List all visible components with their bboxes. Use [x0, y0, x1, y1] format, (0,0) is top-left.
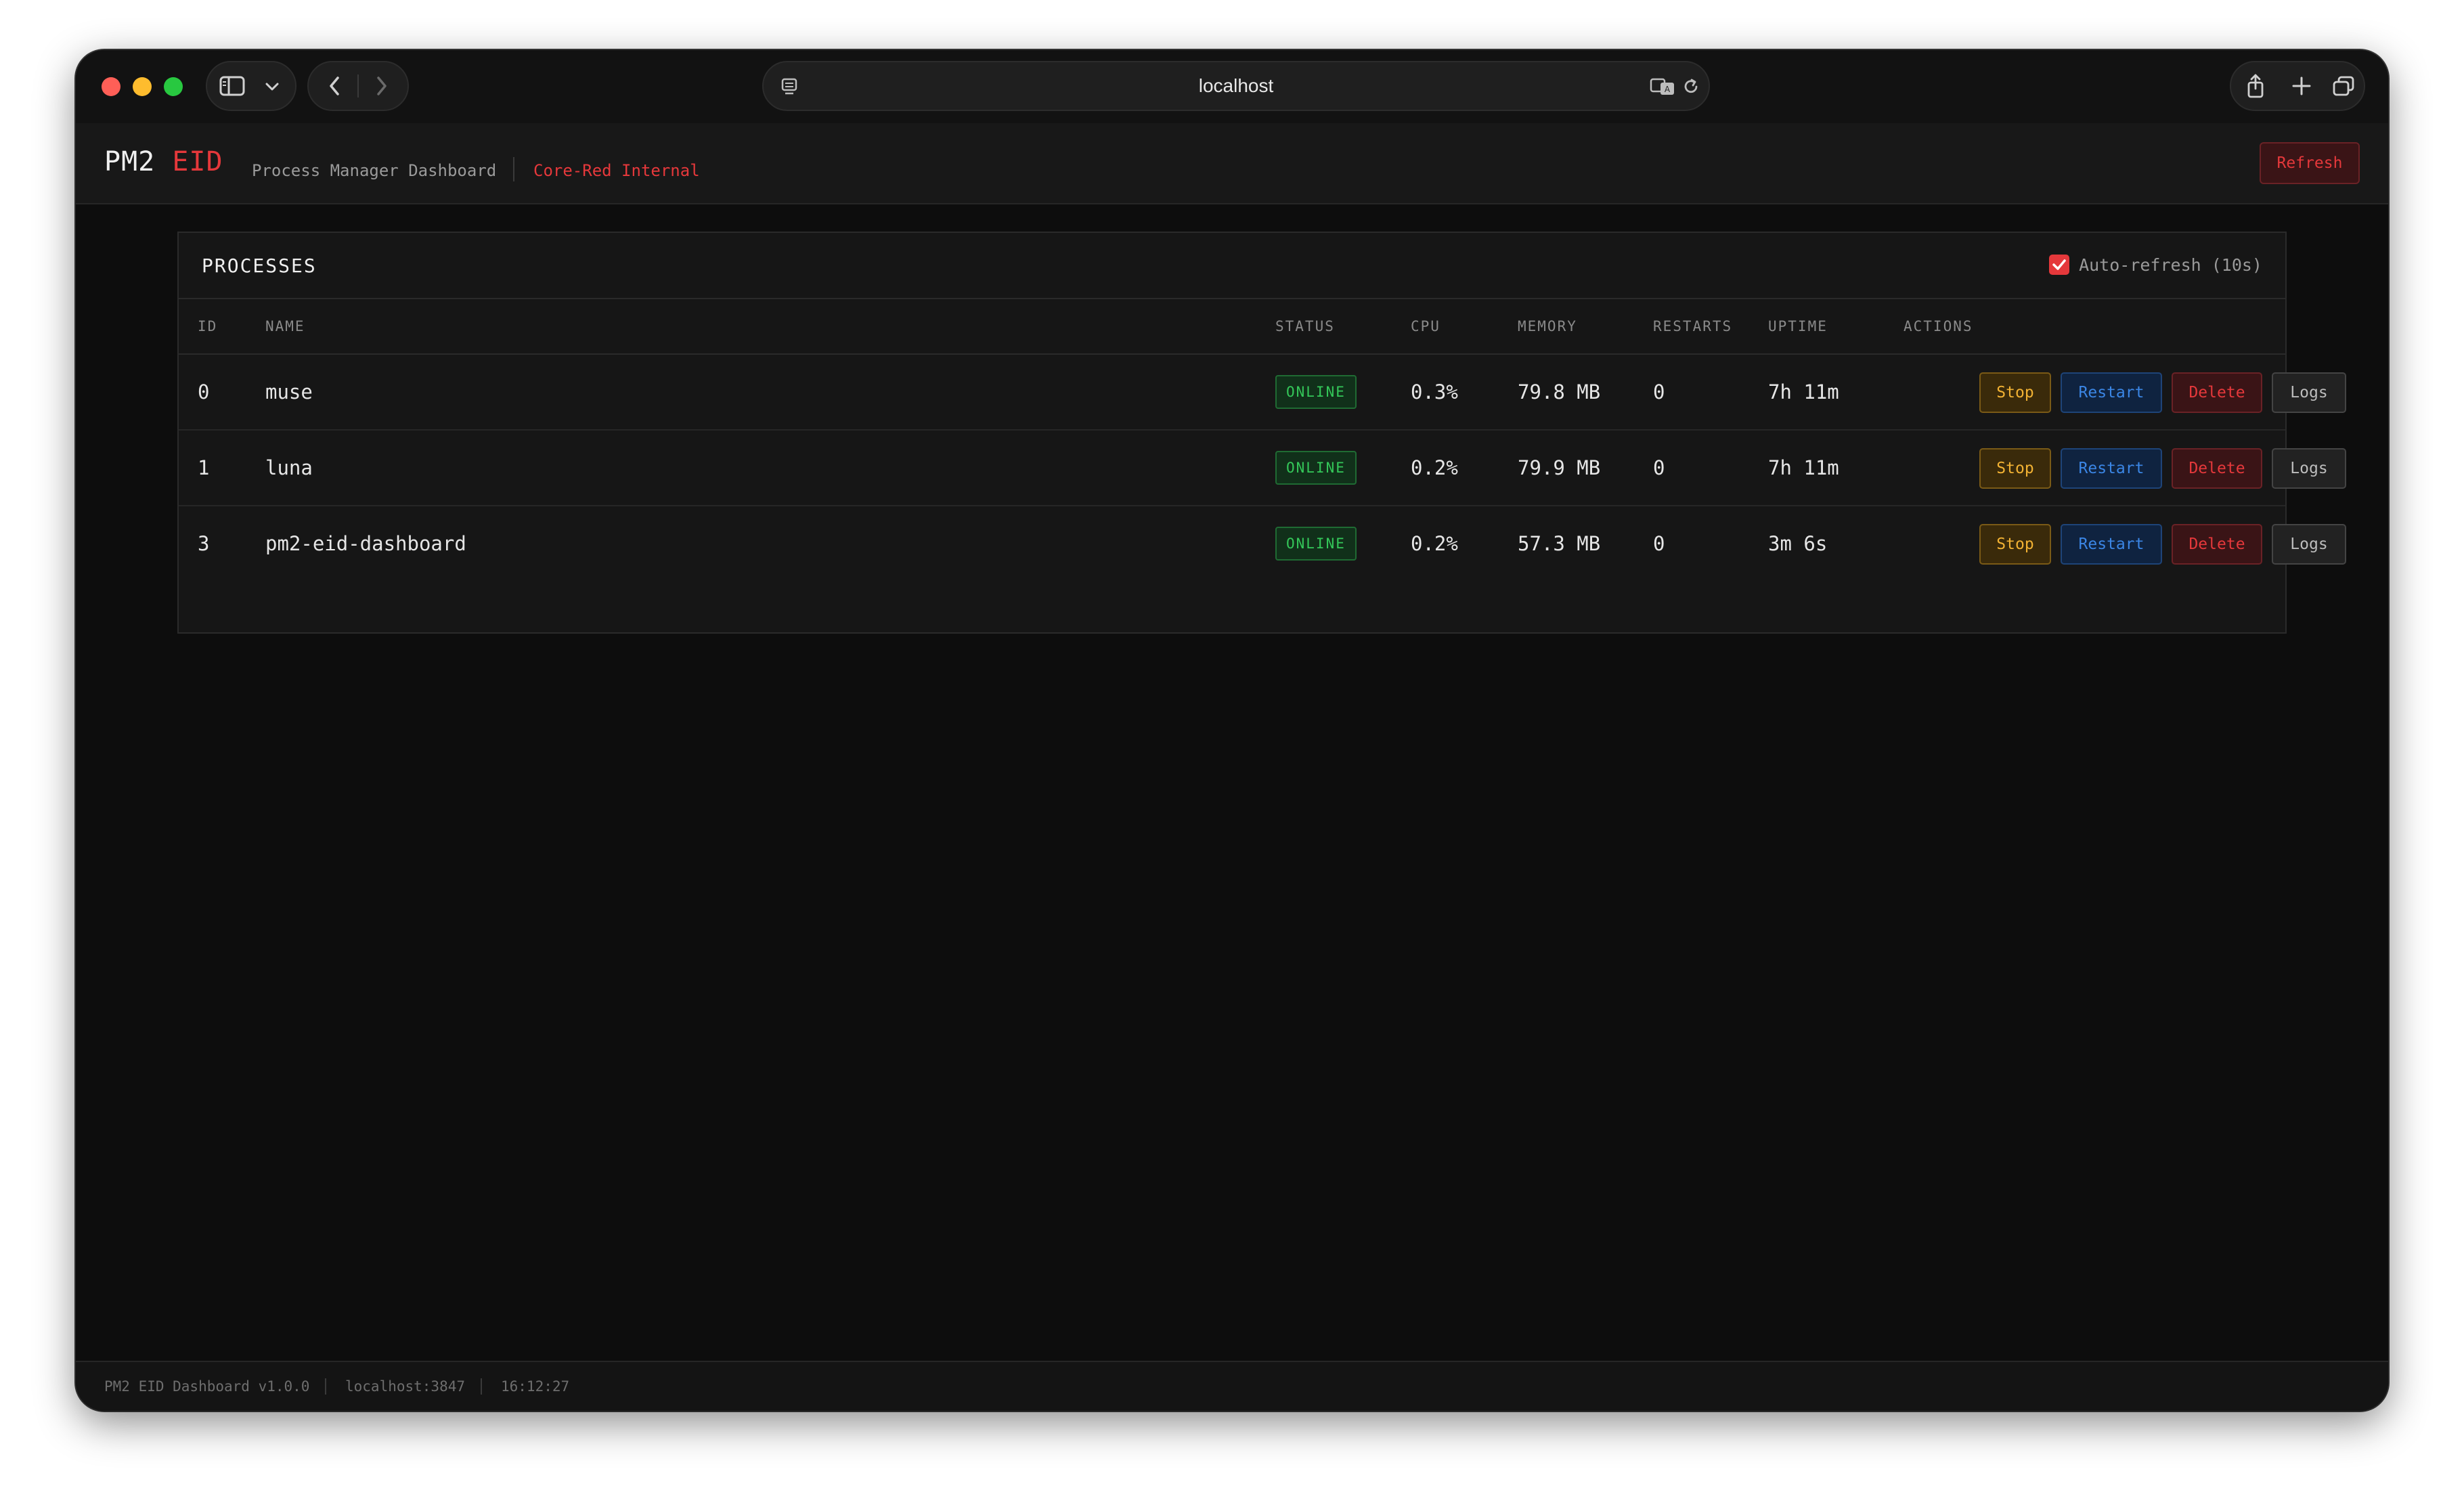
- process-memory: 79.9 MB: [1518, 456, 1601, 479]
- status-badge: ONLINE: [1275, 375, 1357, 409]
- close-window-button[interactable]: [102, 77, 120, 96]
- delete-button[interactable]: Delete: [2172, 372, 2262, 413]
- status-badge: ONLINE: [1275, 527, 1357, 561]
- refresh-button[interactable]: Refresh: [2260, 142, 2360, 184]
- browser-toolbar: localhost A: [76, 50, 2388, 124]
- table-header: ID NAME STATUS CPU MEMORY RESTARTS UPTIM…: [179, 299, 2285, 355]
- auto-refresh-label: Auto-refresh (10s): [2079, 255, 2262, 275]
- process-memory: 79.8 MB: [1518, 380, 1601, 403]
- process-restarts: 0: [1653, 380, 1665, 403]
- auto-refresh-checkbox[interactable]: [2049, 255, 2070, 275]
- sidebar-icon[interactable]: [217, 72, 248, 100]
- process-id: 1: [198, 456, 210, 479]
- process-restarts: 0: [1653, 456, 1665, 479]
- panel-header: PROCESSES Auto-refresh (10s): [179, 233, 2285, 299]
- panel-title: PROCESSES: [202, 255, 317, 277]
- stop-button[interactable]: Stop: [1979, 524, 2051, 565]
- restart-button[interactable]: Restart: [2061, 448, 2162, 489]
- table-row: 0 muse ONLINE 0.3% 79.8 MB 0 7h 11m Stop…: [179, 355, 2346, 431]
- brand-logo: PM2 EID: [104, 146, 223, 177]
- delete-button[interactable]: Delete: [2172, 448, 2262, 489]
- window-actions-group: [2230, 61, 2365, 111]
- zoom-window-button[interactable]: [164, 77, 183, 96]
- logs-button[interactable]: Logs: [2272, 524, 2346, 565]
- process-name: pm2-eid-dashboard: [265, 532, 466, 555]
- column-header-status: STATUS: [1275, 318, 1335, 334]
- browser-window: localhost A PM2 EID Process Manager Dash…: [76, 50, 2388, 1411]
- sidebar-toggle-group: [206, 61, 296, 111]
- app-header: PM2 EID Process Manager Dashboard Core-R…: [76, 123, 2388, 204]
- column-header-uptime: UPTIME: [1768, 318, 1828, 334]
- process-restarts: 0: [1653, 532, 1665, 555]
- svg-text:A: A: [1665, 85, 1671, 94]
- process-uptime: 7h 11m: [1768, 456, 1839, 479]
- logs-button[interactable]: Logs: [2272, 448, 2346, 489]
- tabs-overview-icon[interactable]: [2330, 72, 2357, 100]
- auto-refresh-toggle[interactable]: Auto-refresh (10s): [2049, 255, 2262, 275]
- chevron-down-icon[interactable]: [260, 74, 284, 99]
- footer-divider: [481, 1378, 482, 1395]
- process-uptime: 3m 6s: [1768, 532, 1828, 555]
- share-icon[interactable]: [2242, 72, 2269, 100]
- reload-icon[interactable]: [1679, 74, 1703, 99]
- footer-version: PM2 EID Dashboard v1.0.0: [104, 1378, 310, 1395]
- translate-icon[interactable]: A: [1649, 74, 1676, 99]
- delete-button[interactable]: Delete: [2172, 524, 2262, 565]
- table-row: 1 luna ONLINE 0.2% 79.9 MB 0 7h 11m Stop…: [179, 431, 2346, 506]
- process-cpu: 0.2%: [1411, 532, 1458, 555]
- brand-name: PM2: [104, 146, 156, 177]
- stop-button[interactable]: Stop: [1979, 372, 2051, 413]
- column-header-cpu: CPU: [1411, 318, 1440, 334]
- processes-panel: PROCESSES Auto-refresh (10s) ID NAME STA…: [177, 232, 2346, 634]
- column-header-memory: MEMORY: [1518, 318, 1577, 334]
- brand-accent: EID: [172, 146, 223, 177]
- column-header-actions: ACTIONS: [1904, 318, 1973, 334]
- restart-button[interactable]: Restart: [2061, 372, 2162, 413]
- column-header-restarts: RESTARTS: [1653, 318, 1733, 334]
- process-cpu: 0.3%: [1411, 380, 1458, 403]
- environment-label: Core-Red Internal: [533, 161, 700, 180]
- process-id: 3: [198, 532, 210, 555]
- back-icon[interactable]: [321, 72, 348, 100]
- process-cpu: 0.2%: [1411, 456, 1458, 479]
- minimize-window-button[interactable]: [133, 77, 152, 96]
- address-bar[interactable]: localhost A: [762, 61, 1710, 111]
- url-text: localhost: [1198, 75, 1274, 96]
- footer-divider: [325, 1378, 326, 1395]
- new-tab-icon[interactable]: [2288, 72, 2315, 100]
- footer-host: localhost:3847: [345, 1378, 466, 1395]
- process-id: 0: [198, 380, 210, 403]
- restart-button[interactable]: Restart: [2061, 524, 2162, 565]
- nav-divider: [357, 74, 359, 97]
- process-name: muse: [265, 380, 313, 403]
- status-footer: PM2 EID Dashboard v1.0.0 localhost:3847 …: [76, 1361, 2388, 1411]
- process-uptime: 7h 11m: [1768, 380, 1839, 403]
- navigation-group: [307, 61, 409, 111]
- check-icon: [2052, 259, 2066, 270]
- column-header-id: ID: [198, 318, 218, 334]
- stop-button[interactable]: Stop: [1979, 448, 2051, 489]
- table-row: 3 pm2-eid-dashboard ONLINE 0.2% 57.3 MB …: [179, 506, 2346, 582]
- forward-icon[interactable]: [368, 72, 395, 100]
- app-subtitle: Process Manager Dashboard: [252, 161, 497, 180]
- status-badge: ONLINE: [1275, 451, 1357, 485]
- column-header-name: NAME: [265, 318, 305, 334]
- process-name: luna: [265, 456, 313, 479]
- header-divider: [513, 157, 514, 181]
- process-memory: 57.3 MB: [1518, 532, 1601, 555]
- footer-time: 16:12:27: [501, 1378, 570, 1395]
- logs-button[interactable]: Logs: [2272, 372, 2346, 413]
